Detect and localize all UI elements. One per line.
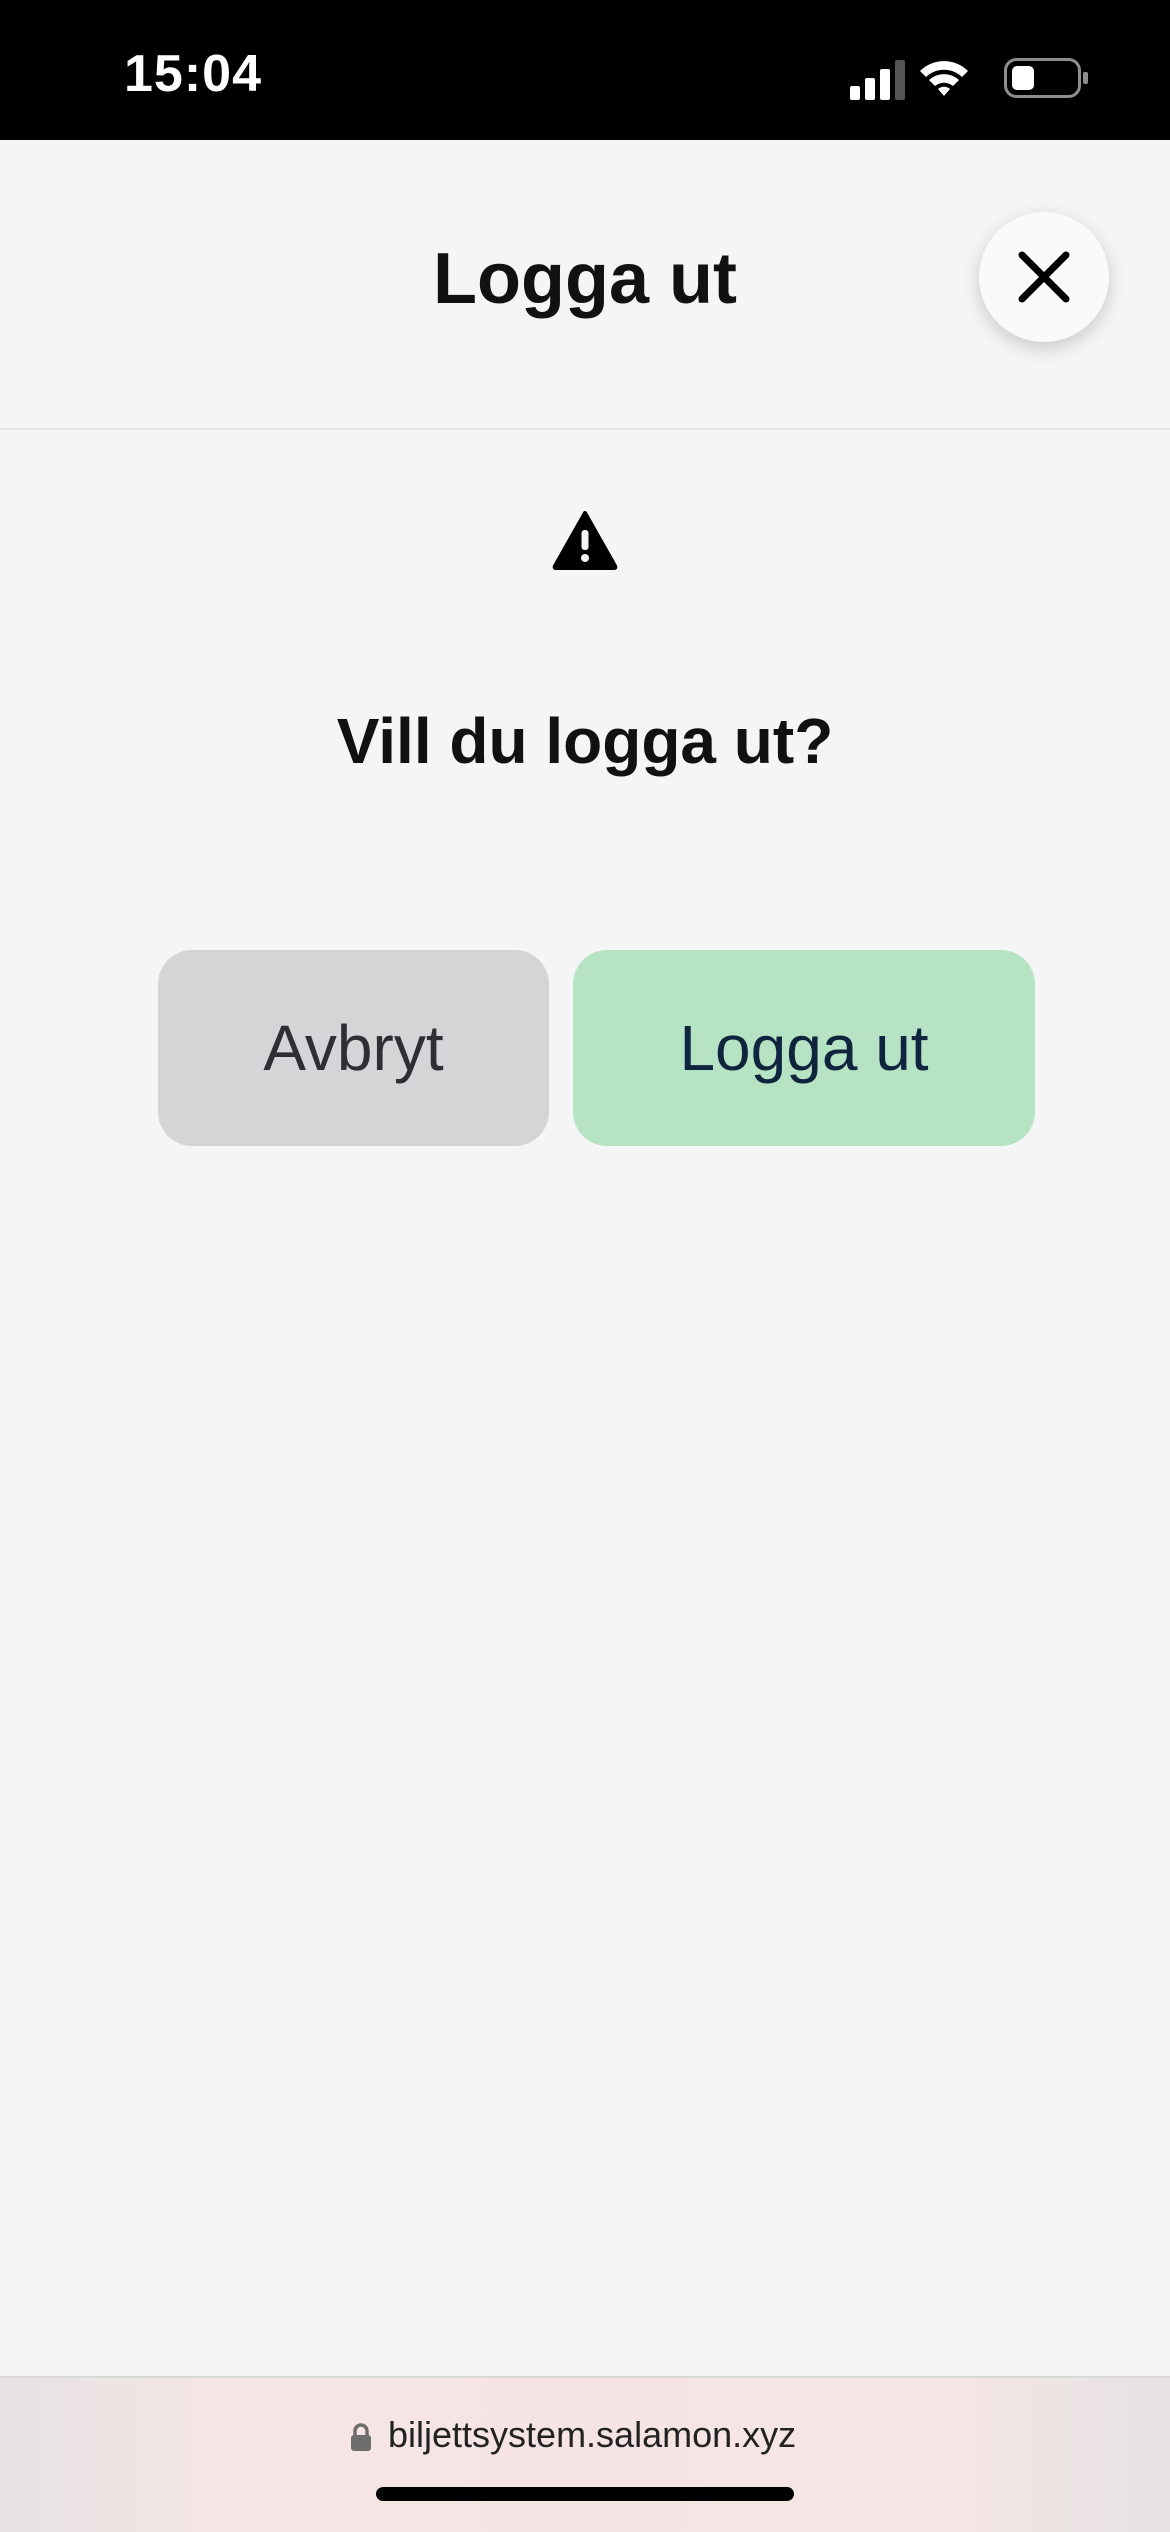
wifi-icon [920, 61, 968, 96]
lock-icon [351, 2423, 371, 2451]
status-bar: 15:04 [0, 0, 1170, 140]
url-text: biljettsystem.salamon.xyz [388, 2414, 797, 2455]
home-indicator [376, 2487, 794, 2501]
modal-header: Logga ut [0, 140, 1170, 430]
warning-icon [552, 511, 618, 570]
close-icon [1018, 251, 1070, 303]
browser-address-bar[interactable]: biljettsystem.salamon.xyz [0, 2376, 1170, 2532]
logout-prompt: Vill du logga ut? [336, 705, 834, 777]
signal-icon [850, 60, 905, 100]
cancel-button[interactable]: Avbryt [158, 950, 549, 1146]
status-time: 15:04 [124, 45, 262, 103]
battery-icon [1004, 58, 1088, 98]
close-button[interactable] [979, 212, 1109, 342]
logout-button[interactable]: Logga ut [573, 950, 1035, 1146]
